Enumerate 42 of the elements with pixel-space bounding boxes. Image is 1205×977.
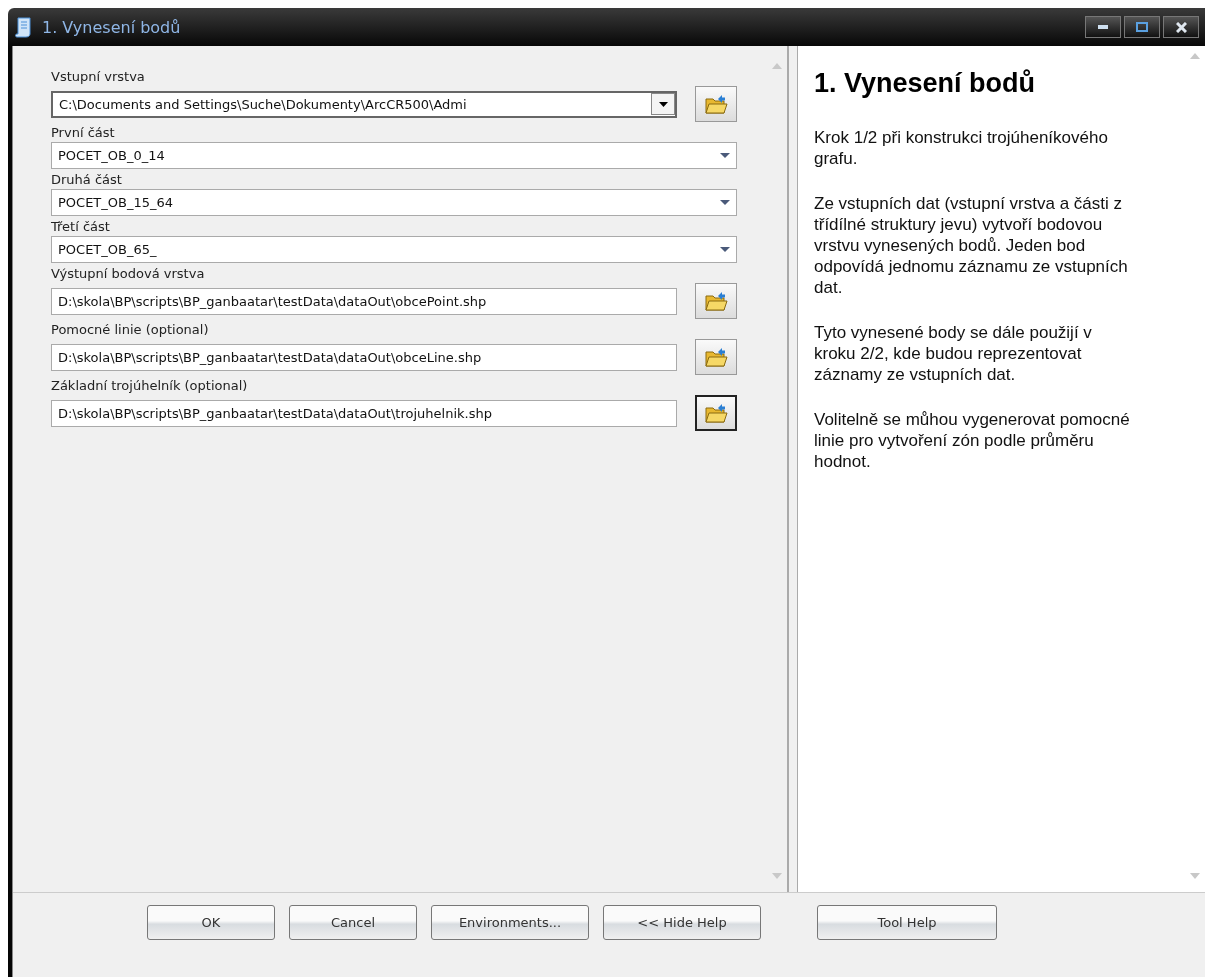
folder-icon [704,402,728,424]
field-dropdown[interactable]: POCET_OB_0_14 [51,142,737,169]
help-paragraph: Tyto vynesené body se dále použijí v kroku 2/2, kde budou reprezentovat záznamy ze vstupních dat. [814,322,1093,385]
folder-icon [704,93,728,115]
window-title: 1. Vynesení bodů [42,17,181,37]
path-field[interactable]: D:\skola\BP\scripts\BP_ganbaatar\testData\dataOut\obceLine.shp [51,343,677,371]
minimize-icon [1098,25,1108,29]
parameter-label: Výstupní bodová vrstva [51,266,206,281]
layer-combo-box[interactable]: C:\Documents and Settings\Suche\Dokumenty\ArcCR500\Admi [51,90,677,118]
parameter-label: Pomocné linie (optional) [51,322,210,337]
field-dropdown[interactable]: POCET_OB_65_ [51,236,737,263]
minimize-button[interactable] [1085,16,1121,38]
dialog-button[interactable]: Cancel [289,905,417,940]
help-paragraph: Ze vstupních dat (vstupní vrstva a části z třídílné struktury jevu) vytvoří bodovou vrstvu vynesených bodů. Jeden bod odpovídá jednomu záznamu ze vstupních dat. [814,193,1129,298]
parameter-label: První část [51,125,116,140]
dropdown-icon [658,101,668,107]
parameter-label: Vstupní vrstva [51,69,146,84]
maximize-icon [1136,22,1148,32]
path-field[interactable]: D:\skola\BP\scripts\BP_ganbaatar\testData\dataOut\trojuhelnik.shp [51,399,677,427]
dropdown-button[interactable] [651,93,675,115]
dropdown-icon [720,153,730,158]
field-dropdown[interactable]: POCET_OB_15_64 [51,189,737,216]
dialog-button[interactable]: OK [147,905,275,940]
dialog-button[interactable]: Environments... [431,905,589,940]
dropdown-icon [720,200,730,205]
folder-icon [704,290,728,312]
parameter-label: Třetí část [51,219,111,234]
parameter-label: Druhá část [51,172,123,187]
path-field[interactable]: D:\skola\BP\scripts\BP_ganbaatar\testData\dataOut\obcePoint.shp [51,287,677,315]
dropdown-icon [720,247,730,252]
close-icon [1175,21,1187,33]
script-icon [14,16,34,38]
browse-button[interactable] [695,395,737,431]
dialog-button[interactable]: << Hide Help [603,905,761,940]
help-title: 1. Vynesení bodů [814,68,1037,99]
folder-icon [704,346,728,368]
help-paragraph: Krok 1/2 při konstrukci trojúheníkového grafu. [814,127,1109,169]
help-paragraph: Volitelně se můhou vygenerovat pomocné linie pro vytvoření zón podle průměru hodnot. [814,409,1131,472]
maximize-button[interactable] [1124,16,1160,38]
parameter-label: Základní trojúhelník (optional) [51,378,249,393]
close-button[interactable] [1163,16,1199,38]
dialog-button[interactable]: Tool Help [817,905,997,940]
